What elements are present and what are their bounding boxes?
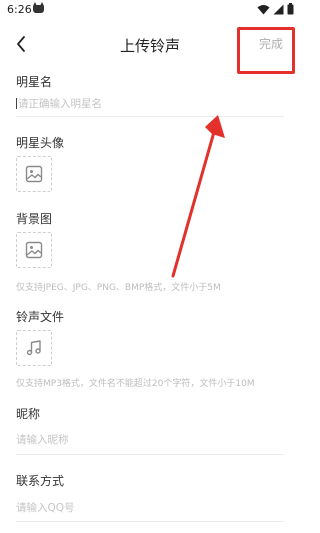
star-avatar-label: 明星头像 (16, 136, 65, 150)
background-hint: 仅支持JPEG、JPG、PNG、BMP格式，文件小于5M (16, 283, 221, 293)
ringtone-file-hint: 仅支持MP3格式，文件名不能超过20个字符，文件小于10M (16, 379, 255, 389)
nickname-label: 昵称 (16, 407, 41, 421)
background-label: 背景图 (16, 212, 53, 226)
image-icon (25, 165, 43, 183)
status-time: 6:26 (7, 3, 32, 16)
battery-icon (287, 3, 294, 15)
star-avatar-upload[interactable] (16, 156, 52, 192)
background-upload[interactable] (16, 232, 52, 268)
contact-divider (16, 521, 284, 522)
ringtone-file-upload[interactable] (16, 330, 52, 366)
cat-notification-icon (33, 2, 44, 13)
nickname-input[interactable]: 请输入昵称 (16, 432, 284, 447)
wifi-icon (257, 4, 270, 14)
status-bar: 6:26 (0, 0, 300, 20)
text-cursor (16, 98, 17, 109)
signal-icon (273, 4, 284, 14)
star-name-label: 明星名 (16, 75, 53, 89)
contact-label: 联系方式 (16, 474, 65, 488)
star-name-placeholder: 请正确输入明星名 (18, 98, 102, 110)
star-name-input[interactable]: 请正确输入明星名 (16, 96, 284, 111)
music-note-icon (26, 340, 41, 356)
status-icons (257, 3, 294, 15)
annotation-highlight-box (237, 27, 295, 74)
ringtone-file-label: 铃声文件 (16, 310, 65, 324)
star-name-divider (16, 116, 284, 117)
contact-input[interactable]: 请输入QQ号 (16, 500, 284, 515)
image-icon (25, 241, 43, 259)
nickname-divider (16, 454, 284, 455)
